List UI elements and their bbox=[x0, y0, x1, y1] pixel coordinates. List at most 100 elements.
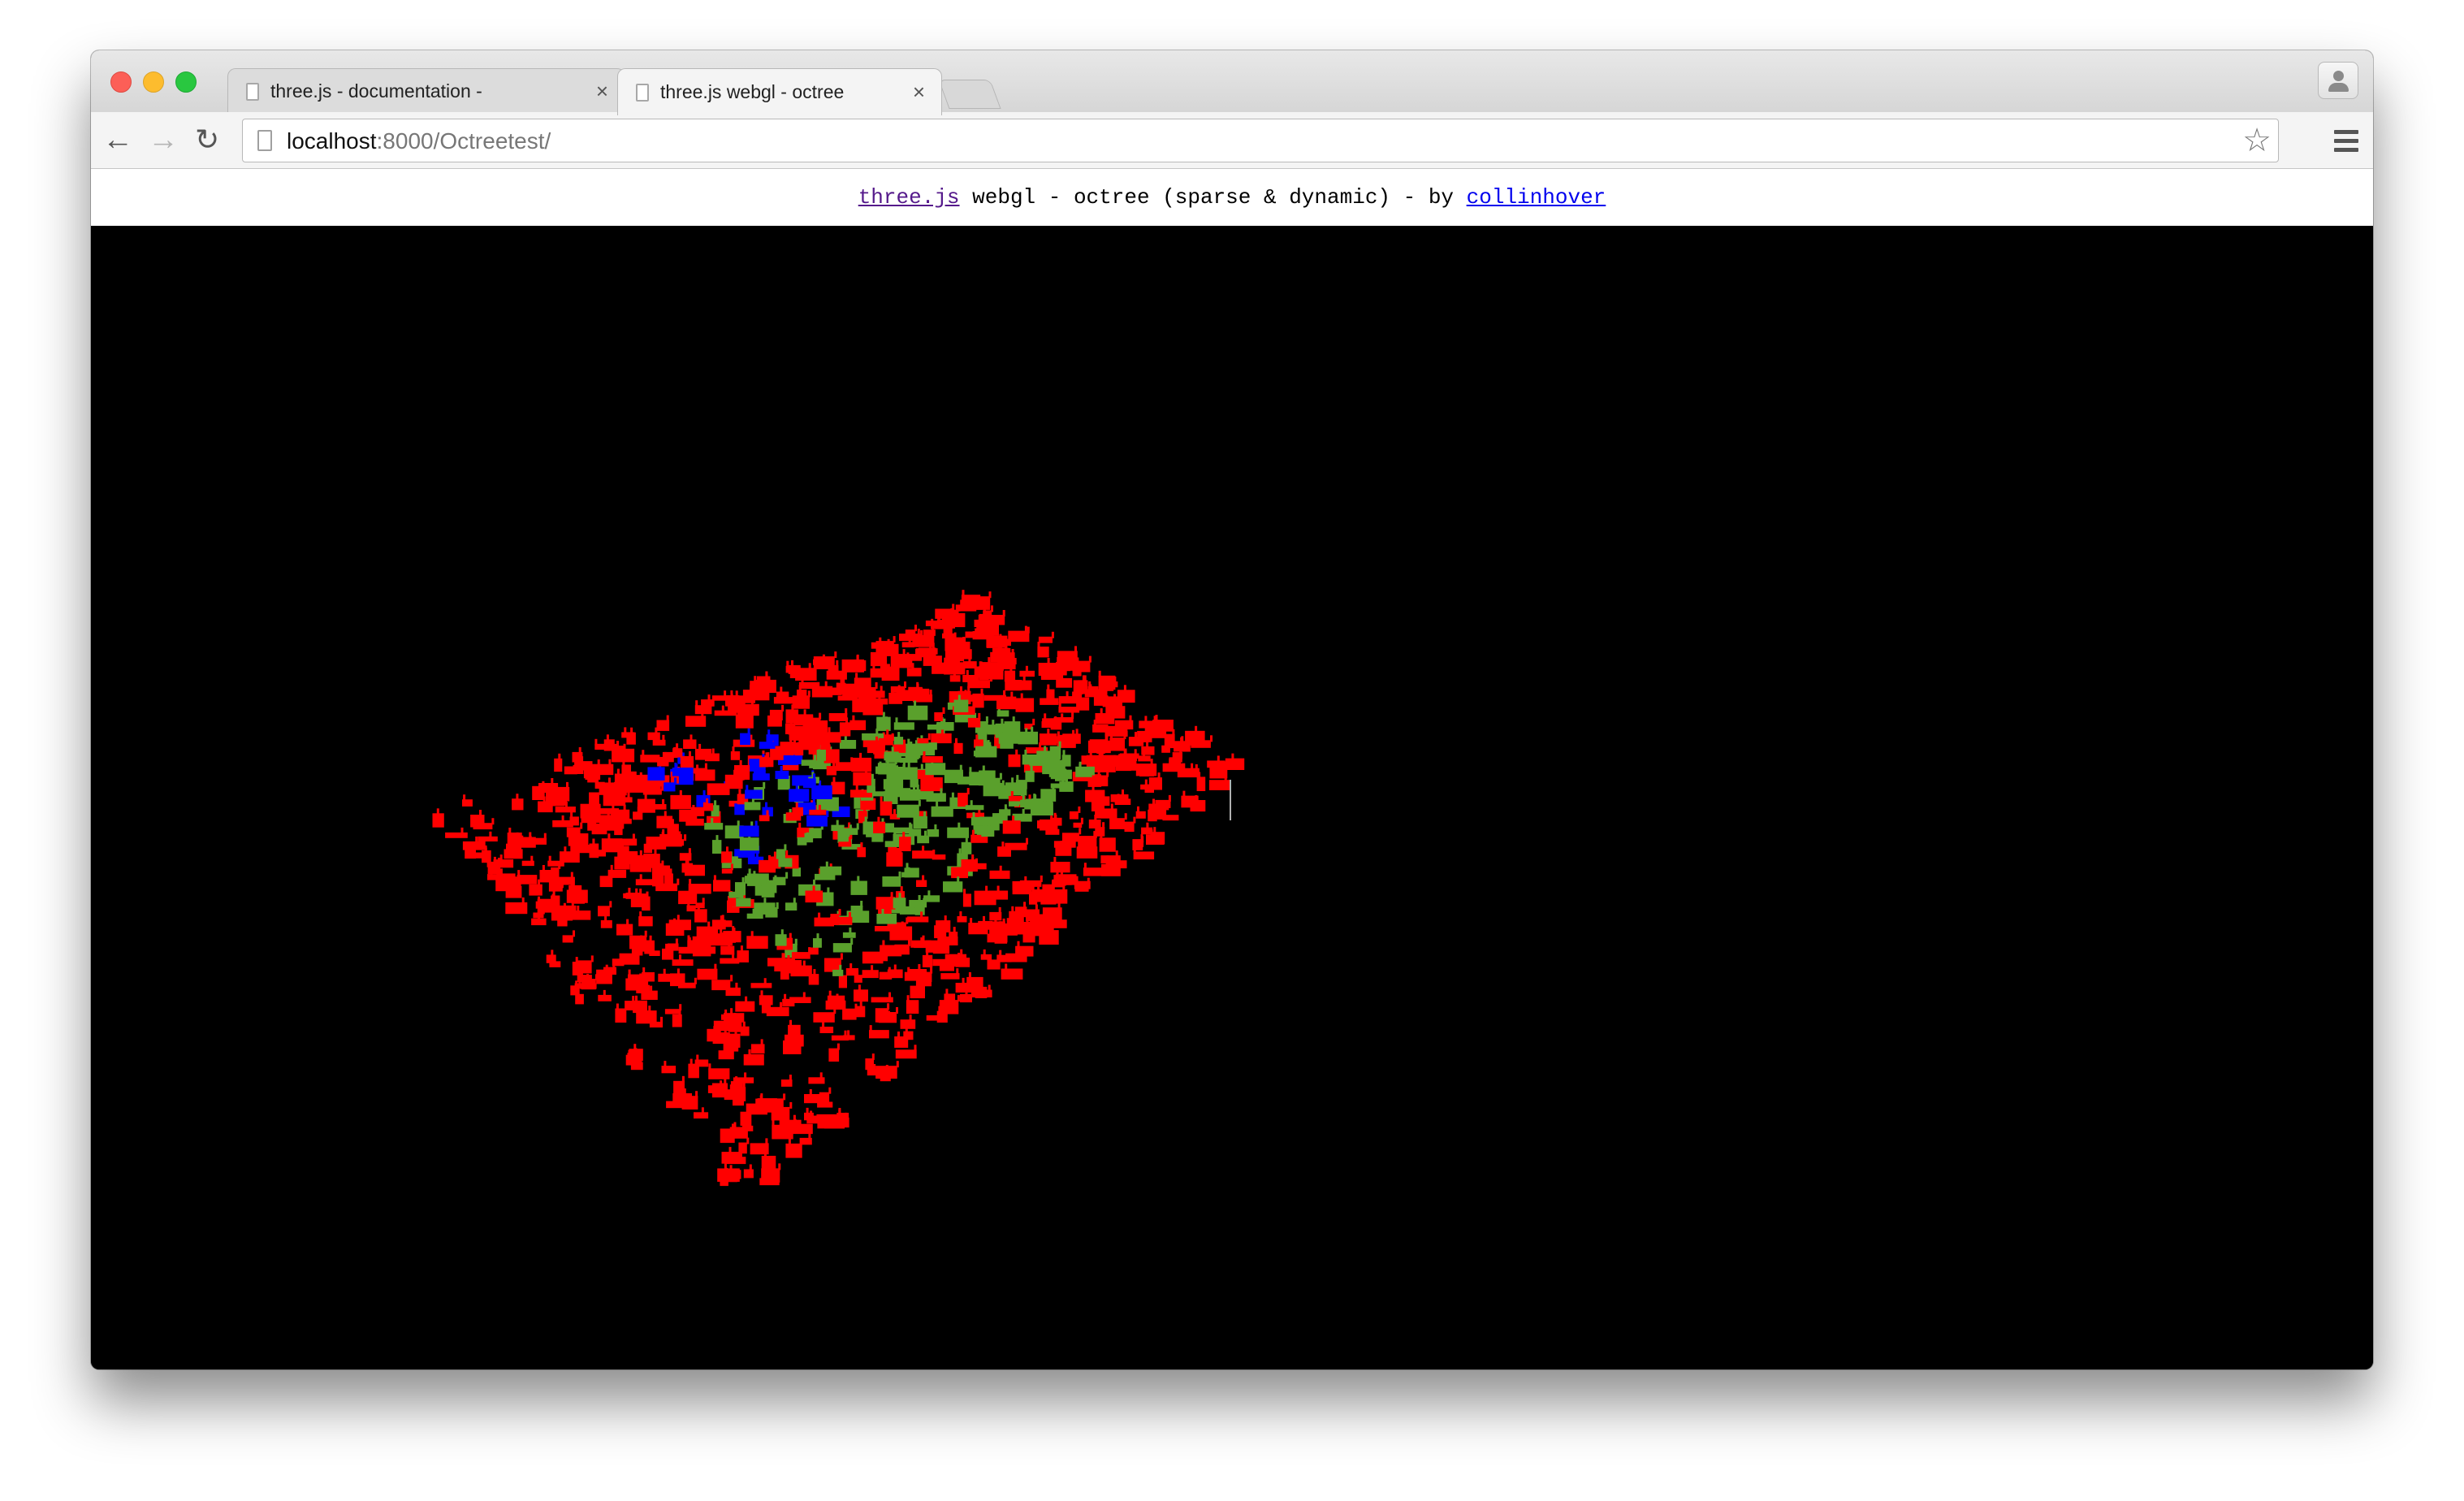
octree-object bbox=[679, 789, 682, 797]
octree-object bbox=[1018, 731, 1038, 745]
tab-title: three.js - documentation - bbox=[270, 80, 482, 102]
octree-object bbox=[900, 886, 903, 893]
octree-object bbox=[869, 1025, 872, 1032]
octree-object bbox=[988, 591, 992, 599]
octree-object bbox=[1169, 742, 1182, 749]
octree-object bbox=[832, 776, 836, 784]
octree-object bbox=[802, 992, 806, 999]
octree-object bbox=[979, 613, 991, 626]
reload-icon[interactable]: ↻ bbox=[195, 122, 219, 158]
octree-object bbox=[707, 921, 711, 928]
octree-object bbox=[1115, 850, 1118, 858]
octree-object bbox=[661, 784, 664, 791]
octree-object bbox=[643, 854, 660, 868]
octree-object bbox=[628, 888, 631, 894]
new-tab-button[interactable] bbox=[938, 80, 1001, 109]
octree-object bbox=[855, 785, 858, 792]
octree-object bbox=[1129, 715, 1132, 722]
octree-object bbox=[999, 772, 1002, 780]
octree-object bbox=[721, 868, 733, 874]
octree-object bbox=[898, 872, 901, 878]
octree-object bbox=[445, 832, 468, 838]
tab-octree[interactable]: three.js webgl - octree × bbox=[617, 68, 942, 115]
octree-object bbox=[665, 923, 685, 937]
octree-object bbox=[934, 925, 946, 939]
octree-object bbox=[499, 854, 503, 862]
octree-object bbox=[1195, 725, 1198, 733]
octree-object bbox=[809, 809, 827, 815]
octree-object bbox=[1071, 712, 1074, 719]
collinhover-link[interactable]: collinhover bbox=[1467, 185, 1606, 210]
address-bar[interactable]: localhost:8000/Octreetest/ ☆ bbox=[242, 119, 2279, 162]
octree-object bbox=[1083, 675, 1087, 682]
octree-object bbox=[1057, 731, 1060, 738]
octree-object bbox=[774, 875, 777, 882]
octree-object bbox=[987, 777, 990, 785]
octree-object bbox=[794, 938, 798, 945]
window-maximize-button[interactable] bbox=[175, 71, 197, 93]
octree-object bbox=[676, 743, 679, 750]
window-minimize-button[interactable] bbox=[143, 71, 164, 93]
octree-object bbox=[708, 1063, 711, 1071]
octree-object bbox=[922, 935, 925, 942]
star-icon[interactable]: ☆ bbox=[2242, 123, 2272, 158]
octree-object bbox=[1124, 813, 1127, 820]
octree-object bbox=[577, 970, 580, 977]
arrow-left-icon[interactable]: ← bbox=[102, 122, 133, 158]
window-close-button[interactable] bbox=[110, 71, 132, 93]
octree-object bbox=[714, 963, 717, 971]
close-icon[interactable]: × bbox=[596, 79, 608, 104]
octree-object bbox=[728, 1033, 741, 1048]
octree-object bbox=[809, 828, 812, 835]
octree-object bbox=[836, 682, 839, 690]
octree-object bbox=[616, 924, 633, 936]
profile-button[interactable] bbox=[2318, 62, 2358, 99]
octree-object bbox=[694, 769, 715, 781]
close-icon[interactable]: × bbox=[913, 80, 925, 105]
tab-documentation[interactable]: three.js - documentation - × bbox=[227, 68, 625, 114]
hamburger-menu-icon[interactable] bbox=[2334, 130, 2358, 157]
octree-object bbox=[920, 777, 943, 792]
octree-object bbox=[1049, 746, 1061, 759]
octree-object bbox=[1198, 772, 1201, 779]
octree-object bbox=[765, 1138, 768, 1145]
octree-object bbox=[1108, 859, 1111, 866]
octree-object bbox=[855, 673, 858, 680]
octree-object bbox=[626, 919, 629, 926]
octree-object bbox=[674, 763, 677, 769]
octree-object bbox=[864, 816, 867, 824]
octree-object bbox=[899, 837, 911, 851]
octree-object bbox=[975, 734, 979, 742]
octree-object bbox=[577, 906, 580, 912]
octree-object bbox=[1123, 685, 1126, 692]
octree-object bbox=[884, 734, 894, 741]
octree-object bbox=[661, 860, 664, 867]
octree-object bbox=[1004, 804, 1007, 811]
octree-object bbox=[529, 884, 543, 896]
octree-object bbox=[694, 909, 707, 923]
octree-object bbox=[828, 1087, 832, 1094]
octree-object bbox=[689, 879, 692, 886]
octree-object bbox=[1177, 769, 1198, 778]
octree-object bbox=[768, 854, 771, 862]
octree-object bbox=[916, 683, 919, 690]
octree-object bbox=[887, 638, 890, 646]
octree-object bbox=[808, 663, 811, 670]
url-text[interactable]: localhost:8000/Octreetest/ bbox=[287, 128, 551, 155]
octree-object bbox=[761, 1003, 771, 1014]
octree-object bbox=[590, 763, 614, 776]
octree-object bbox=[1093, 831, 1096, 838]
octree-object bbox=[842, 678, 845, 686]
octree-object bbox=[609, 901, 612, 908]
arrow-right-icon[interactable]: → bbox=[148, 122, 179, 158]
octree-object bbox=[1005, 963, 1008, 971]
webgl-canvas[interactable] bbox=[91, 226, 2373, 1369]
octree-object bbox=[704, 823, 724, 830]
octree-object bbox=[1215, 761, 1218, 768]
octree-object bbox=[788, 1138, 791, 1145]
octree-object bbox=[836, 993, 839, 1001]
threejs-link[interactable]: three.js bbox=[858, 185, 960, 210]
octree-object bbox=[991, 605, 993, 612]
octree-object bbox=[678, 1009, 681, 1016]
octree-object bbox=[783, 1093, 786, 1101]
